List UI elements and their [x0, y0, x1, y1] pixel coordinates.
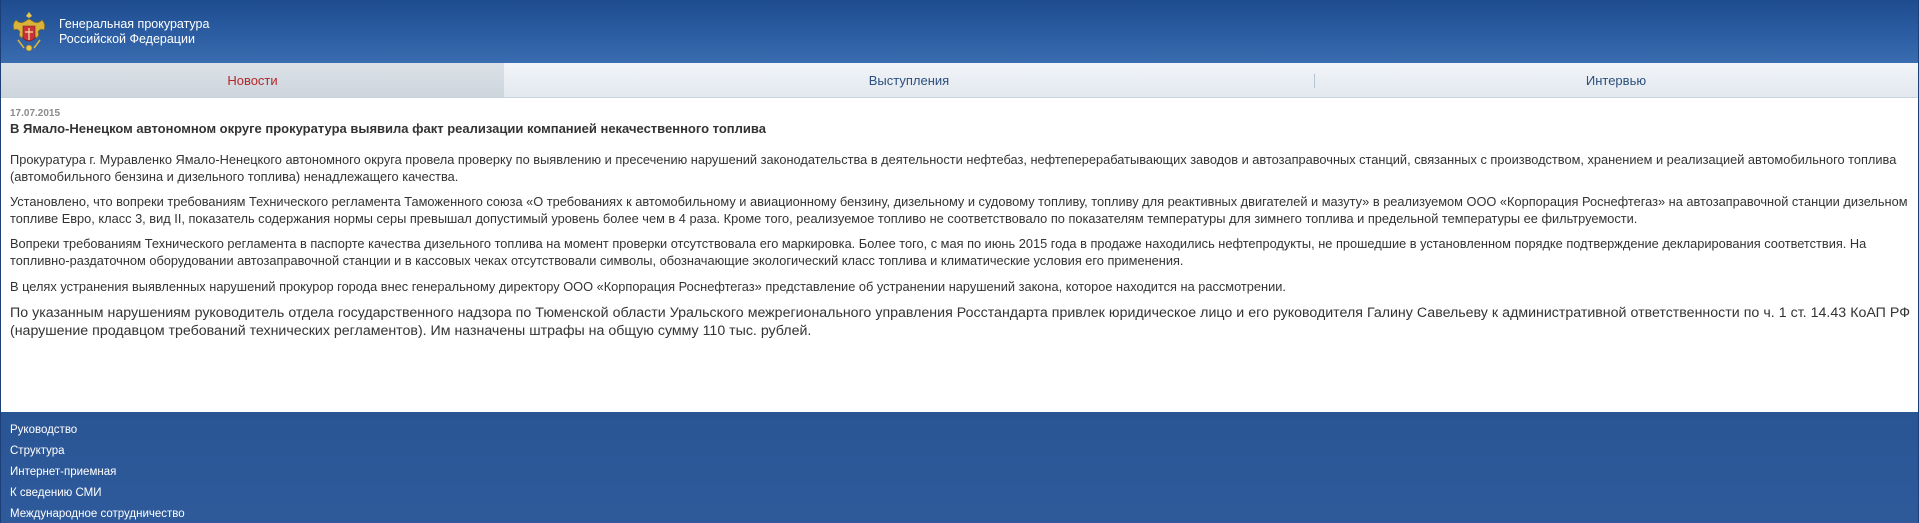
article-paragraph: По указанным нарушениям руководитель отд…: [10, 305, 1910, 340]
article-paragraph: В целях устранения выявленных нарушений …: [10, 278, 1286, 294]
prosecutor-emblem-icon[interactable]: [9, 10, 49, 54]
site-footer: Руководство Структура Интернет-приемная …: [1, 412, 1918, 523]
article: 17.07.2015 В Ямало-Ненецком автономном о…: [1, 98, 1918, 412]
footer-link-structure[interactable]: Структура: [10, 441, 1918, 462]
site-header: Генеральная прокуратура Российской Федер…: [1, 0, 1918, 63]
article-paragraph: Вопреки требованиям Технического регламе…: [10, 236, 1867, 268]
article-date: 17.07.2015: [10, 108, 61, 119]
article-paragraph: Прокуратура г. Муравленко Ямало-Ненецког…: [10, 152, 1897, 184]
section-tabs: Новости Выступления Интервью: [1, 63, 1918, 98]
org-name[interactable]: Генеральная прокуратура Российской Федер…: [59, 17, 209, 47]
article-title: В Ямало-Ненецком автономном округе проку…: [10, 121, 766, 136]
footer-link-internet-reception[interactable]: Интернет-приемная: [10, 462, 1918, 483]
tab-news[interactable]: Новости: [1, 63, 504, 97]
page: Генеральная прокуратура Российской Федер…: [0, 0, 1919, 523]
tab-interviews[interactable]: Интервью: [1314, 63, 1918, 97]
footer-link-media[interactable]: К сведению СМИ: [10, 483, 1918, 504]
tab-speeches[interactable]: Выступления: [504, 63, 1314, 97]
footer-link-international[interactable]: Международное сотрудничество: [10, 504, 1918, 523]
footer-link-leadership[interactable]: Руководство: [10, 420, 1918, 441]
org-name-line-1: Генеральная прокуратура: [59, 16, 210, 31]
article-paragraph: Установлено, что вопреки требованиям Тех…: [10, 194, 1908, 226]
org-name-line-2: Российской Федерации: [59, 31, 195, 46]
